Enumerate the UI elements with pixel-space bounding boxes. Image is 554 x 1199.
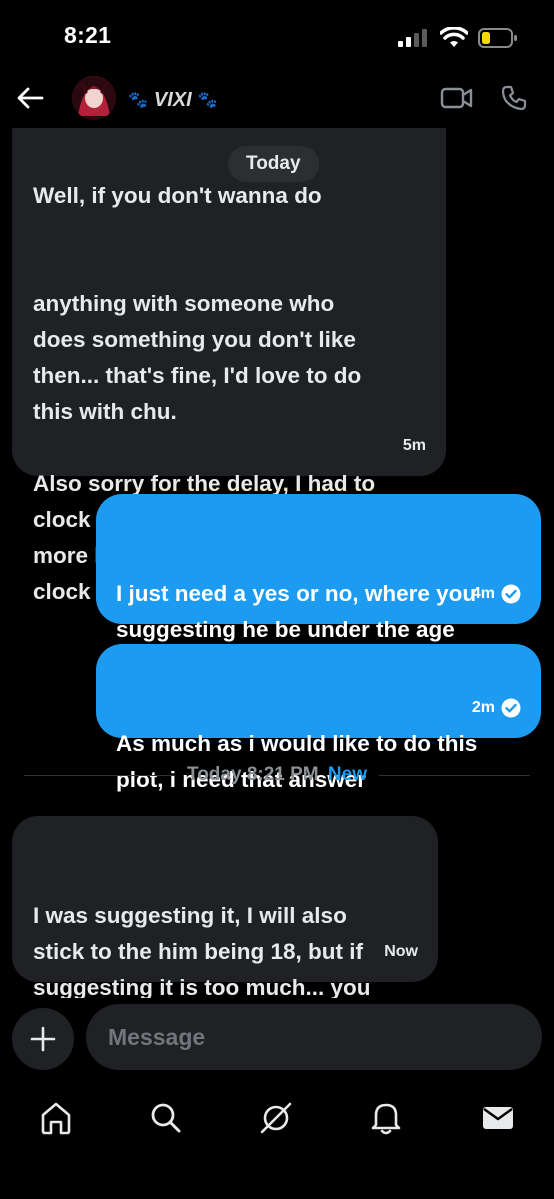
message-meta: 5m [403, 428, 426, 464]
phone-icon [501, 85, 527, 111]
nav-notifications[interactable] [366, 1098, 406, 1138]
outgoing-message[interactable]: I just need a yes or no, where you sugge… [96, 494, 541, 678]
contact-avatar[interactable] [72, 76, 116, 120]
attach-button[interactable] [12, 1008, 74, 1070]
bottom-navigation [0, 1086, 554, 1146]
nav-search[interactable] [146, 1098, 186, 1138]
battery-icon [478, 28, 517, 48]
plus-icon [30, 1026, 56, 1052]
date-pill: Today [228, 146, 319, 182]
contact-name-text: VIXI [153, 88, 192, 111]
divider-line [24, 774, 175, 776]
message-text-partial: Well, if you don't wanna do [33, 183, 322, 208]
message-meta: Now [384, 934, 418, 970]
back-button[interactable] [14, 82, 46, 114]
cellular-signal-icon [398, 29, 427, 47]
new-badge: New [327, 764, 367, 785]
message-time: 5m [402, 437, 426, 454]
search-icon [151, 1103, 181, 1133]
incoming-message[interactable]: Well, if you don't wanna do anything wit… [12, 128, 446, 604]
nav-grok[interactable] [256, 1098, 296, 1138]
message-meta: 2m [472, 690, 521, 726]
video-call-icon [440, 87, 473, 109]
nav-messages[interactable] [478, 1098, 518, 1138]
message-list[interactable]: Well, if you don't wanna do anything wit… [0, 128, 554, 998]
status-icons [398, 24, 518, 52]
status-bar: 8:21 [0, 0, 554, 72]
message-text: I was suggesting it, I will also stick t… [33, 903, 371, 998]
message-time: Now [384, 943, 418, 960]
conversation-header: 🐾 VIXI 🐾 [0, 72, 554, 128]
message-input[interactable] [86, 1004, 542, 1070]
outgoing-message[interactable]: As much as i would like to do this plot,… [96, 644, 541, 792]
back-arrow-icon [17, 87, 44, 109]
read-check-icon [501, 584, 521, 604]
phone-call-button[interactable] [500, 84, 528, 112]
paw-emoji-left: 🐾 [128, 92, 148, 109]
grok-icon [260, 1102, 292, 1134]
video-call-button[interactable] [440, 84, 474, 112]
paw-emoji-right: 🐾 [197, 92, 218, 109]
read-check-icon [501, 698, 521, 718]
incoming-message[interactable]: I was suggesting it, I will also stick t… [12, 816, 438, 998]
message-composer [0, 1000, 554, 1076]
message-time: 4m [471, 585, 495, 602]
divider-label: Today 8:21 PM New [175, 764, 379, 786]
contact-name[interactable]: 🐾 VIXI 🐾 [128, 86, 218, 114]
home-indicator [142, 1178, 412, 1184]
home-icon [41, 1102, 71, 1135]
wifi-icon [440, 27, 468, 47]
message-time: 2m [471, 699, 495, 716]
divider-timestamp: Today 8:21 PM [187, 764, 319, 785]
new-messages-divider: Today 8:21 PM New [24, 760, 530, 790]
divider-line [379, 774, 530, 776]
messages-icon [483, 1107, 513, 1129]
avatar-image [72, 76, 116, 120]
status-time: 8:21 [64, 22, 112, 48]
nav-home[interactable] [36, 1098, 76, 1138]
battery-level [482, 32, 490, 44]
notifications-icon [371, 1103, 401, 1135]
message-meta: 4m [472, 576, 521, 612]
